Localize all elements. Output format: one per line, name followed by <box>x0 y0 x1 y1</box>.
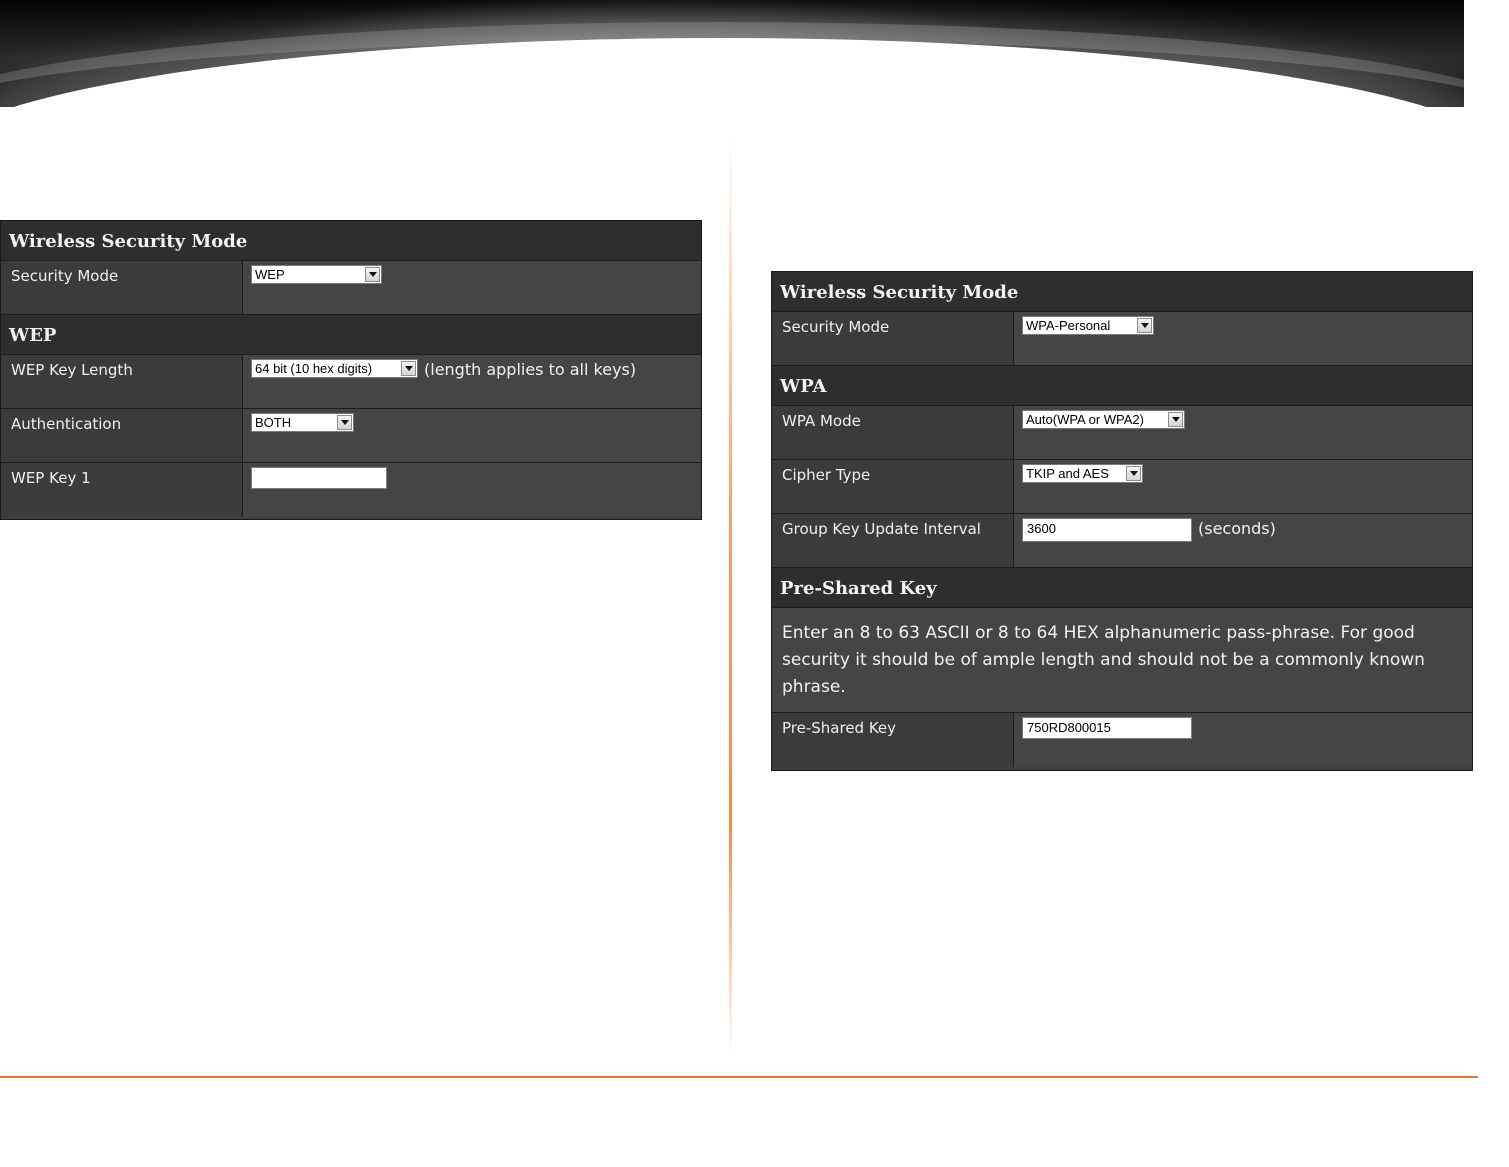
dropdown-arrow-icon[interactable] <box>401 361 416 376</box>
dropdown-arrow-icon[interactable] <box>1126 466 1141 481</box>
wep-key-length-selected: 64 bit (10 hex digits) <box>255 361 373 376</box>
cipher-type-row: Cipher Type TKIP and AES <box>772 460 1472 514</box>
security-mode-row: Security Mode WEP <box>1 261 701 315</box>
authentication-label: Authentication <box>1 409 243 462</box>
wpa-mode-select[interactable]: Auto(WPA or WPA2) <box>1022 410 1185 429</box>
wep-key-1-label: WEP Key 1 <box>1 463 243 517</box>
dropdown-arrow-icon[interactable] <box>365 267 380 282</box>
security-mode-label: Security Mode <box>772 312 1014 365</box>
group-key-interval-unit: (seconds) <box>1198 519 1276 538</box>
pre-shared-key-row: Pre-Shared Key 750RD800015 <box>772 713 1472 767</box>
pre-shared-key-label: Pre-Shared Key <box>772 713 1014 767</box>
authentication-row: Authentication BOTH <box>1 409 701 463</box>
wep-key-1-input[interactable] <box>251 467 387 489</box>
key-length-note: (length applies to all keys) <box>424 360 637 379</box>
dropdown-arrow-icon[interactable] <box>1168 412 1183 427</box>
wep-key-length-label: WEP Key Length <box>1 355 243 408</box>
cipher-type-select[interactable]: TKIP and AES <box>1022 464 1143 483</box>
cipher-type-label: Cipher Type <box>772 460 1014 513</box>
cipher-type-selected: TKIP and AES <box>1026 466 1109 481</box>
security-mode-label: Security Mode <box>1 261 243 314</box>
authentication-select[interactable]: BOTH <box>251 413 354 432</box>
wireless-security-mode-header: Wireless Security Mode <box>1 221 701 261</box>
pre-shared-key-header: Pre-Shared Key <box>772 568 1472 608</box>
wep-settings-panel: Wireless Security Mode Security Mode WEP… <box>0 220 702 520</box>
footer-rule <box>0 1076 1478 1078</box>
wpa-mode-row: WPA Mode Auto(WPA or WPA2) <box>772 406 1472 460</box>
header-banner <box>0 0 1464 107</box>
authentication-selected: BOTH <box>255 415 292 430</box>
dropdown-arrow-icon[interactable] <box>337 415 352 430</box>
group-key-interval-input[interactable]: 3600 <box>1022 518 1192 542</box>
security-mode-selected: WPA-Personal <box>1026 318 1111 333</box>
dropdown-arrow-icon[interactable] <box>1137 318 1152 333</box>
security-mode-select[interactable]: WEP <box>251 265 382 284</box>
security-mode-select[interactable]: WPA-Personal <box>1022 316 1154 335</box>
pre-shared-key-input[interactable]: 750RD800015 <box>1022 717 1192 739</box>
wpa-mode-selected: Auto(WPA or WPA2) <box>1026 412 1144 427</box>
wep-key-length-select[interactable]: 64 bit (10 hex digits) <box>251 359 418 378</box>
pre-shared-key-description: Enter an 8 to 63 ASCII or 8 to 64 HEX al… <box>772 608 1472 713</box>
column-divider <box>729 135 732 1055</box>
group-key-interval-row: Group Key Update Interval 3600 (seconds) <box>772 514 1472 568</box>
wireless-security-mode-header: Wireless Security Mode <box>772 272 1472 312</box>
wep-section-header: WEP <box>1 315 701 355</box>
group-key-interval-label: Group Key Update Interval <box>772 514 1014 567</box>
wpa-mode-label: WPA Mode <box>772 406 1014 459</box>
security-mode-selected: WEP <box>255 267 285 282</box>
wpa-section-header: WPA <box>772 366 1472 406</box>
wpa-settings-panel: Wireless Security Mode Security Mode WPA… <box>771 271 1473 771</box>
security-mode-row: Security Mode WPA-Personal <box>772 312 1472 366</box>
wep-key-1-row: WEP Key 1 <box>1 463 701 517</box>
wep-key-length-row: WEP Key Length 64 bit (10 hex digits) (l… <box>1 355 701 409</box>
